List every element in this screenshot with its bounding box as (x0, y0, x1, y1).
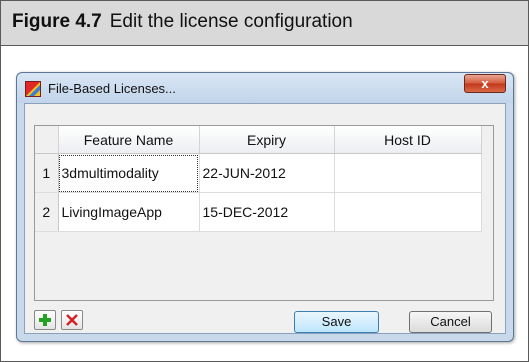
license-table-container: Feature Name Expiry Host ID 1 3dmultimod… (34, 125, 494, 301)
app-icon (25, 81, 41, 97)
row-number[interactable]: 2 (35, 192, 59, 232)
figure-label: Figure 4.7 (12, 11, 102, 32)
plus-icon (39, 314, 51, 326)
figure-title: Edit the license configuration (109, 11, 353, 32)
row-number[interactable]: 1 (35, 153, 59, 193)
feature-name-cell[interactable]: LivingImageApp (58, 192, 200, 232)
license-table: Feature Name Expiry Host ID 1 3dmultimod… (35, 126, 482, 232)
expiry-cell[interactable]: 15-DEC-2012 (199, 192, 335, 232)
dialog-titlebar[interactable]: File-Based Licenses... x (17, 73, 513, 103)
remove-license-button[interactable] (61, 310, 83, 330)
figure-frame: Figure 4.7 Edit the license configuration… (0, 0, 529, 362)
column-header-feature-name[interactable]: Feature Name (58, 126, 200, 154)
host-id-cell[interactable] (334, 192, 482, 232)
dialog-title: File-Based Licenses... (48, 81, 176, 96)
cancel-button[interactable]: Cancel (409, 311, 492, 333)
column-header-expiry[interactable]: Expiry (199, 126, 335, 154)
feature-name-cell[interactable]: 3dmultimodality (58, 153, 200, 193)
column-header-host-id[interactable]: Host ID (334, 126, 482, 154)
figure-caption: Figure 4.7 Edit the license configuration (12, 11, 353, 33)
x-icon (66, 314, 78, 326)
save-button[interactable]: Save (294, 311, 379, 333)
table-corner (35, 126, 59, 154)
license-dialog: File-Based Licenses... x Feature Name Ex… (16, 72, 514, 342)
close-icon: x (481, 76, 489, 91)
table-row: 2 LivingImageApp 15-DEC-2012 (35, 192, 482, 232)
close-button[interactable]: x (464, 74, 506, 93)
table-row: 1 3dmultimodality 22-JUN-2012 (35, 153, 482, 193)
table-header-row: Feature Name Expiry Host ID (35, 126, 482, 154)
dialog-client-area: Feature Name Expiry Host ID 1 3dmultimod… (24, 103, 506, 334)
host-id-cell[interactable] (334, 153, 482, 193)
add-license-button[interactable] (34, 310, 56, 330)
figure-header: Figure 4.7 Edit the license configuration (1, 1, 528, 46)
expiry-cell[interactable]: 22-JUN-2012 (199, 153, 335, 193)
